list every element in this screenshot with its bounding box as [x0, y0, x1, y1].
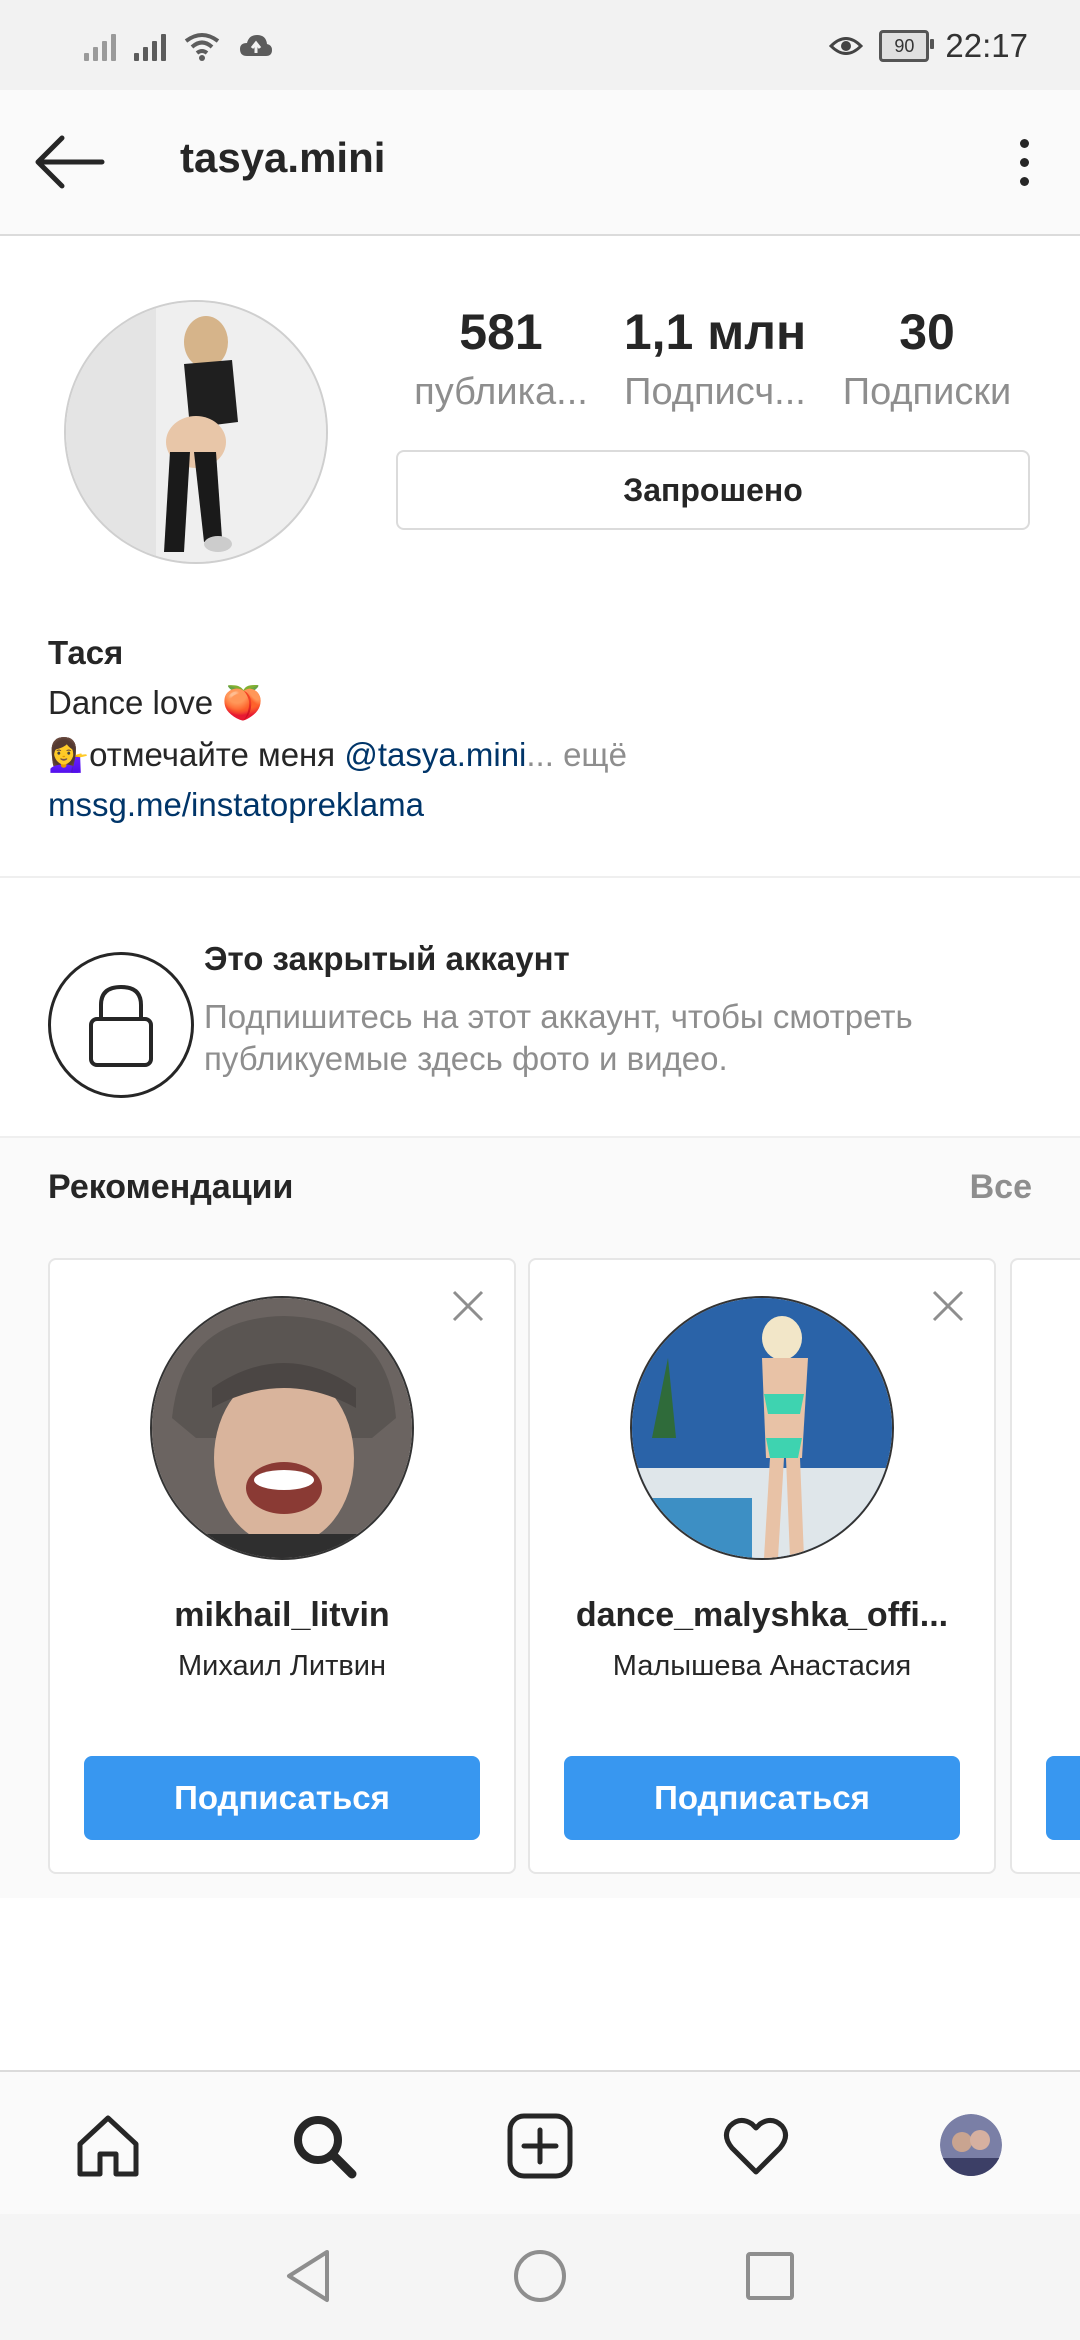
- recommendation-card[interactable]: mikhail_litvin Михаил Литвин Подписаться: [48, 1258, 516, 1874]
- tab-search[interactable]: [286, 2108, 362, 2184]
- more-options-button[interactable]: [1000, 132, 1048, 192]
- bio-mention-link[interactable]: @tasya.mini: [344, 736, 526, 773]
- arrow-left-icon: [35, 135, 105, 189]
- dismiss-button[interactable]: [928, 1286, 968, 1326]
- status-bar: 90 22:17: [0, 0, 1080, 90]
- bottom-tab-bar: [0, 2070, 1080, 2216]
- follow-button[interactable]: Подписаться: [564, 1756, 960, 1840]
- system-home-button[interactable]: [508, 2244, 572, 2308]
- requested-button[interactable]: Запрошено: [396, 450, 1030, 530]
- triangle-back-icon: [287, 2250, 329, 2302]
- tab-new-post[interactable]: [502, 2108, 578, 2184]
- signal-icon: [134, 31, 166, 61]
- stat-following-value: 30: [899, 304, 955, 360]
- stat-followers-value: 1,1 млн: [623, 304, 807, 360]
- back-button[interactable]: [30, 130, 110, 194]
- system-recents-button[interactable]: [738, 2244, 802, 2308]
- status-left: [84, 22, 274, 70]
- tab-home[interactable]: [70, 2108, 146, 2184]
- status-time: 22:17: [945, 27, 1028, 64]
- recommendation-username[interactable]: mikhail_litvin: [60, 1596, 504, 1635]
- circle-home-icon: [514, 2250, 566, 2302]
- profile-name: Тася: [48, 634, 124, 671]
- divider: [0, 876, 1080, 878]
- stat-posts[interactable]: 581 публика...: [396, 300, 606, 420]
- page-title: tasya.mini: [180, 134, 386, 181]
- recommendation-fullname: Михаил Литвин: [178, 1650, 386, 1682]
- avatar-photo: [66, 302, 326, 562]
- more-vertical-icon: [1019, 138, 1029, 148]
- follow-button-partial[interactable]: [1046, 1756, 1080, 1840]
- stat-posts-label: публика...: [414, 371, 588, 413]
- tab-activity[interactable]: [718, 2108, 794, 2184]
- avatar-photo: [152, 1298, 412, 1558]
- dismiss-button[interactable]: [448, 1286, 488, 1326]
- recommendation-username[interactable]: dance_malyshka_offi...: [540, 1596, 984, 1635]
- lock-icon: [89, 984, 153, 1067]
- recommendation-card[interactable]: dance_malyshka_offi... Малышева Анастаси…: [528, 1258, 996, 1874]
- avatar-photo: [632, 1298, 892, 1558]
- recommendations-title: Рекомендации: [48, 1168, 294, 1206]
- bio-more-link[interactable]: ... ещё: [526, 736, 627, 773]
- profile-avatar: [940, 2114, 1002, 2176]
- wifi-icon: [184, 33, 220, 61]
- system-navigation-bar: [0, 2214, 1080, 2340]
- status-right: 90 22:17: [829, 22, 1028, 70]
- bio-website-link[interactable]: mssg.me/instatopreklama: [48, 786, 424, 824]
- tab-profile[interactable]: [940, 2114, 1002, 2176]
- private-notice-title: Это закрытый аккаунт: [204, 940, 570, 977]
- cloud-upload-icon: [240, 35, 272, 56]
- search-icon: [294, 2116, 357, 2179]
- heart-icon: [724, 2118, 788, 2175]
- see-all-link[interactable]: Все: [970, 1168, 1032, 1207]
- battery-icon: 90: [879, 30, 935, 62]
- new-post-icon: [507, 2113, 573, 2179]
- recommendation-card-partial[interactable]: [1010, 1258, 1080, 1874]
- bio-line-1: Dance love 🍑: [48, 684, 264, 721]
- follow-button[interactable]: Подписаться: [84, 1756, 480, 1840]
- stat-following-label: Подписки: [842, 371, 1012, 413]
- home-icon: [77, 2115, 139, 2177]
- recommendation-avatar[interactable]: [630, 1296, 894, 1560]
- recommendation-fullname: Малышева Анастасия: [612, 1650, 912, 1682]
- square-recents-icon: [746, 2252, 794, 2300]
- stat-following[interactable]: 30 Подписки: [824, 300, 1030, 420]
- profile-avatar[interactable]: [64, 300, 328, 564]
- private-notice-icon-wrap: [48, 952, 194, 1098]
- top-navigation: tasya.mini: [0, 90, 1080, 236]
- private-notice-text: Подпишитесь на этот аккаунт, чтобы смотр…: [204, 998, 913, 1077]
- battery-level: 90: [894, 35, 915, 56]
- close-icon: [932, 1290, 964, 1322]
- stat-posts-value: 581: [459, 304, 543, 360]
- recommendation-avatar[interactable]: [150, 1296, 414, 1560]
- close-icon: [452, 1290, 484, 1322]
- bio-text: 💁‍♀️отмечайте меня: [48, 736, 345, 773]
- stat-followers[interactable]: 1,1 млн Подписч...: [606, 300, 824, 420]
- system-back-button[interactable]: [276, 2244, 340, 2308]
- stat-followers-label: Подписч...: [624, 371, 806, 413]
- signal-icon: [84, 31, 116, 61]
- bio-line-2: 💁‍♀️отмечайте меня @tasya.mini... ещё: [48, 736, 627, 775]
- eye-icon: [829, 37, 864, 55]
